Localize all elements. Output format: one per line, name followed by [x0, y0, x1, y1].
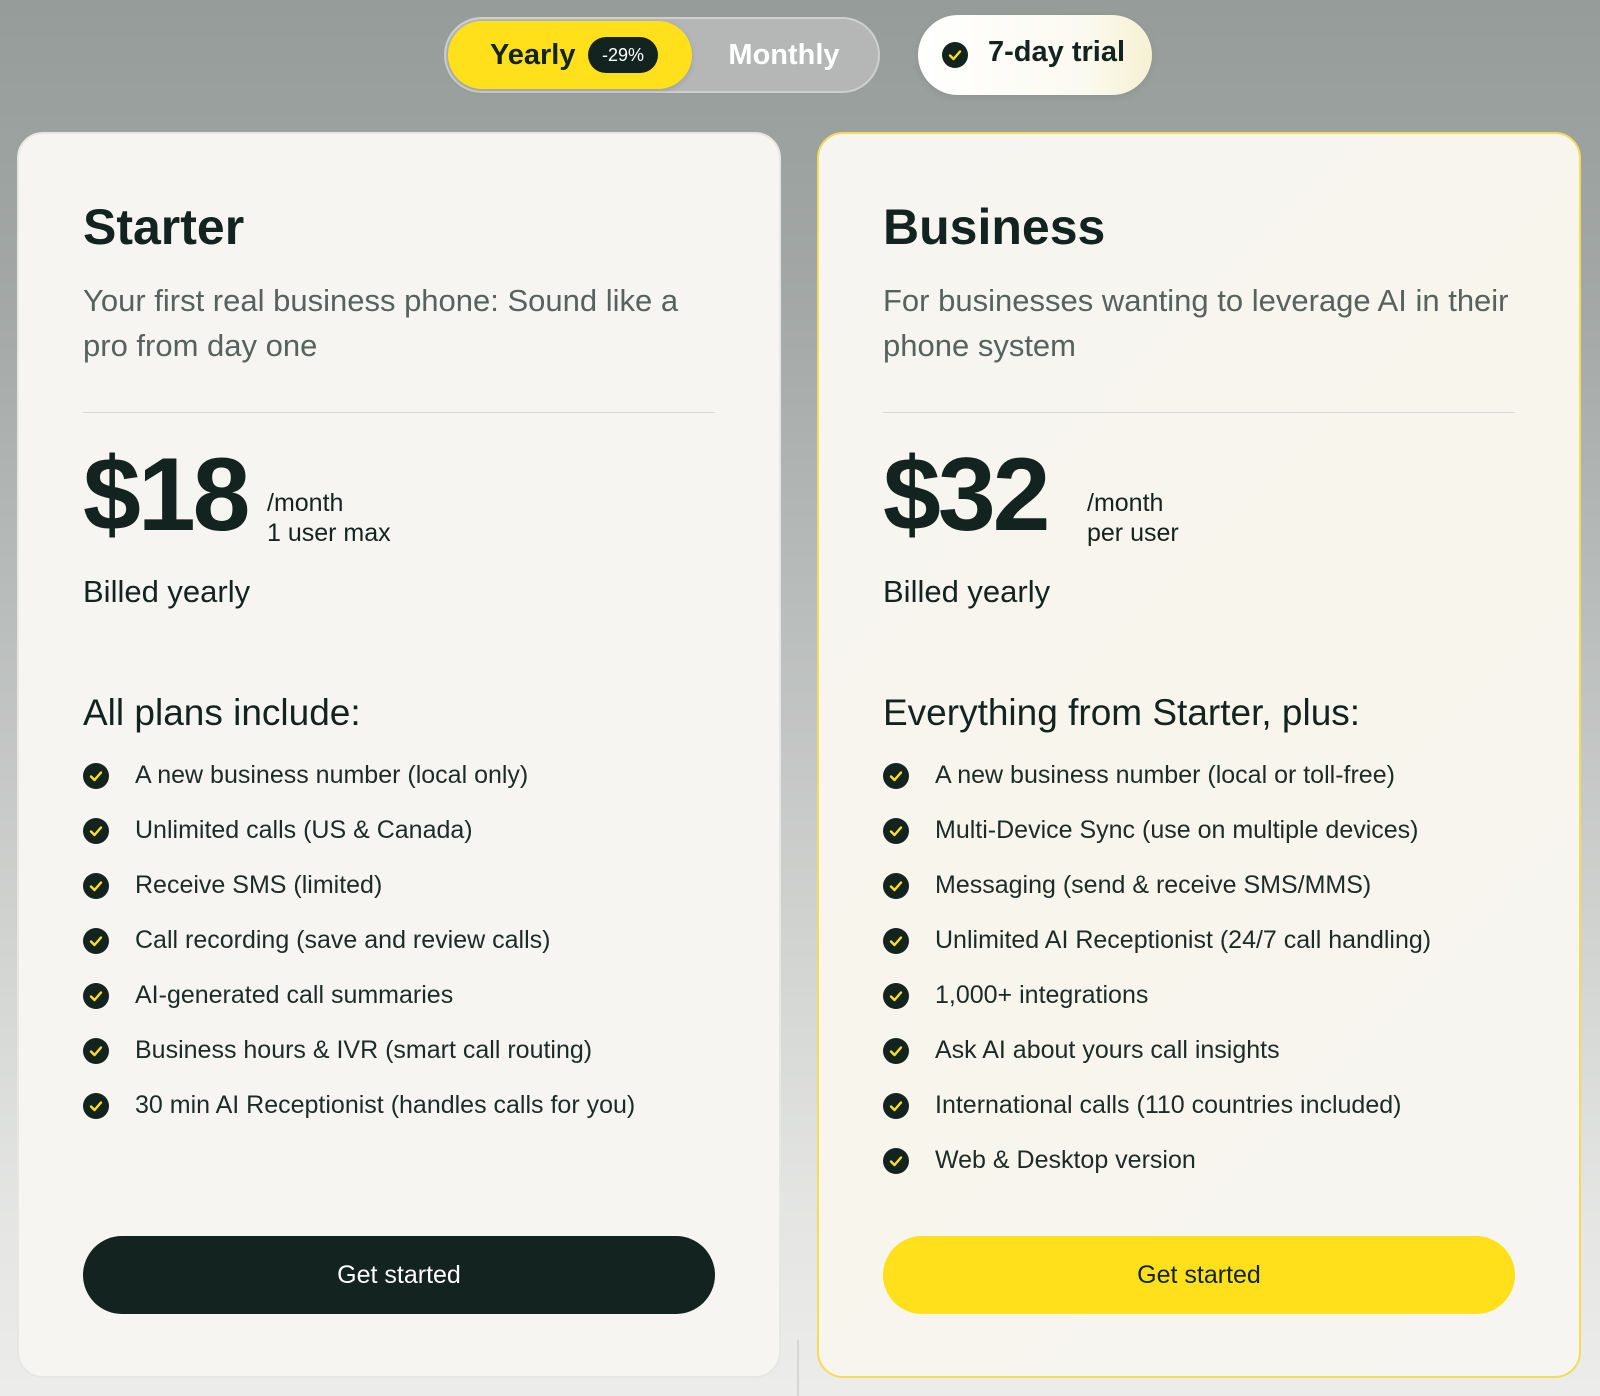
check-circle-icon: [83, 983, 109, 1009]
trial-badge: 7-day trial: [918, 15, 1152, 95]
feature-text: International calls (110 countries inclu…: [935, 1091, 1402, 1119]
card-separator: [883, 412, 1515, 413]
check-circle-icon: [83, 818, 109, 844]
check-circle-icon: [83, 928, 109, 954]
feature-item: Unlimited AI Receptionist (24/7 call han…: [883, 925, 1431, 980]
toggle-option-monthly[interactable]: Monthly: [692, 21, 876, 89]
check-circle-icon: [883, 983, 909, 1009]
feature-text: Ask AI about yours call insights: [935, 1036, 1280, 1064]
center-divider: [797, 1340, 799, 1396]
feature-item: A new business number (local or toll-fre…: [883, 760, 1431, 815]
yearly-label: Yearly: [490, 39, 576, 71]
plan-price: $32: [883, 437, 1051, 553]
check-circle-icon: [883, 928, 909, 954]
plan-price: $18: [83, 437, 251, 553]
check-circle-icon: [883, 873, 909, 899]
feature-text: Business hours & IVR (smart call routing…: [135, 1036, 593, 1064]
feature-item: 1,000+ integrations: [883, 980, 1431, 1035]
plan-name: Business: [883, 199, 1106, 255]
get-started-button-business[interactable]: Get started: [883, 1236, 1515, 1314]
feature-item: Multi-Device Sync (use on multiple devic…: [883, 815, 1431, 870]
check-circle-icon: [883, 1148, 909, 1174]
feature-text: 1,000+ integrations: [935, 981, 1149, 1009]
feature-item: Ask AI about yours call insights: [883, 1035, 1431, 1090]
feature-text: Web & Desktop version: [935, 1146, 1196, 1174]
feature-text: A new business number (local or toll-fre…: [935, 761, 1395, 789]
price-unit: /month 1 user max: [267, 488, 391, 548]
features-heading: Everything from Starter, plus:: [883, 692, 1361, 733]
check-circle-icon: [883, 763, 909, 789]
price-note: per user: [1087, 519, 1179, 547]
plan-name: Starter: [83, 199, 245, 255]
feature-item: Call recording (save and review calls): [83, 925, 635, 980]
check-circle-icon: [83, 1093, 109, 1119]
feature-item: 30 min AI Receptionist (handles calls fo…: [83, 1090, 635, 1145]
feature-text: Call recording (save and review calls): [135, 926, 551, 954]
feature-list: A new business number (local or toll-fre…: [883, 760, 1431, 1200]
check-circle-icon: [883, 1038, 909, 1064]
check-circle-icon: [83, 873, 109, 899]
feature-item: AI-generated call summaries: [83, 980, 635, 1035]
feature-item: Messaging (send & receive SMS/MMS): [883, 870, 1431, 925]
price-period: /month: [267, 489, 344, 517]
plan-card-business: Business For businesses wanting to lever…: [817, 132, 1581, 1378]
billing-period-toggle[interactable]: Yearly -29% Monthly: [444, 17, 880, 93]
feature-text: Receive SMS (limited): [135, 871, 383, 899]
monthly-label: Monthly: [728, 39, 840, 71]
feature-text: 30 min AI Receptionist (handles calls fo…: [135, 1091, 636, 1119]
price-unit: /month per user: [1087, 488, 1179, 548]
plan-card-starter: Starter Your first real business phone: …: [17, 132, 781, 1378]
feature-text: Unlimited AI Receptionist (24/7 call han…: [935, 926, 1432, 954]
features-heading: All plans include:: [83, 692, 361, 733]
check-circle-icon: [83, 1038, 109, 1064]
feature-item: Web & Desktop version: [883, 1145, 1431, 1200]
feature-item: International calls (110 countries inclu…: [883, 1090, 1431, 1145]
feature-text: AI-generated call summaries: [135, 981, 454, 1009]
feature-text: A new business number (local only): [135, 761, 529, 789]
get-started-button-starter[interactable]: Get started: [83, 1236, 715, 1314]
feature-text: Multi-Device Sync (use on multiple devic…: [935, 816, 1419, 844]
price-note: 1 user max: [267, 519, 391, 547]
feature-item: Unlimited calls (US & Canada): [83, 815, 635, 870]
price-period: /month: [1087, 489, 1164, 517]
feature-list: A new business number (local only) Unlim…: [83, 760, 635, 1145]
feature-item: A new business number (local only): [83, 760, 635, 815]
check-circle-icon: [83, 763, 109, 789]
check-circle-icon: [883, 818, 909, 844]
feature-item: Business hours & IVR (smart call routing…: [83, 1035, 635, 1090]
feature-item: Receive SMS (limited): [83, 870, 635, 925]
feature-text: Unlimited calls (US & Canada): [135, 816, 473, 844]
check-circle-icon: [883, 1093, 909, 1119]
trial-label: 7-day trial: [988, 36, 1125, 68]
billing-note: Billed yearly: [883, 574, 1051, 609]
plan-description: Your first real business phone: Sound li…: [83, 283, 679, 363]
toggle-option-yearly[interactable]: Yearly -29%: [448, 21, 692, 89]
card-separator: [83, 412, 715, 413]
feature-text: Messaging (send & receive SMS/MMS): [935, 871, 1372, 899]
discount-badge: -29%: [588, 37, 658, 73]
billing-note: Billed yearly: [83, 574, 251, 609]
plan-description: For businesses wanting to leverage AI in…: [883, 283, 1509, 363]
check-circle-icon: [942, 42, 968, 68]
